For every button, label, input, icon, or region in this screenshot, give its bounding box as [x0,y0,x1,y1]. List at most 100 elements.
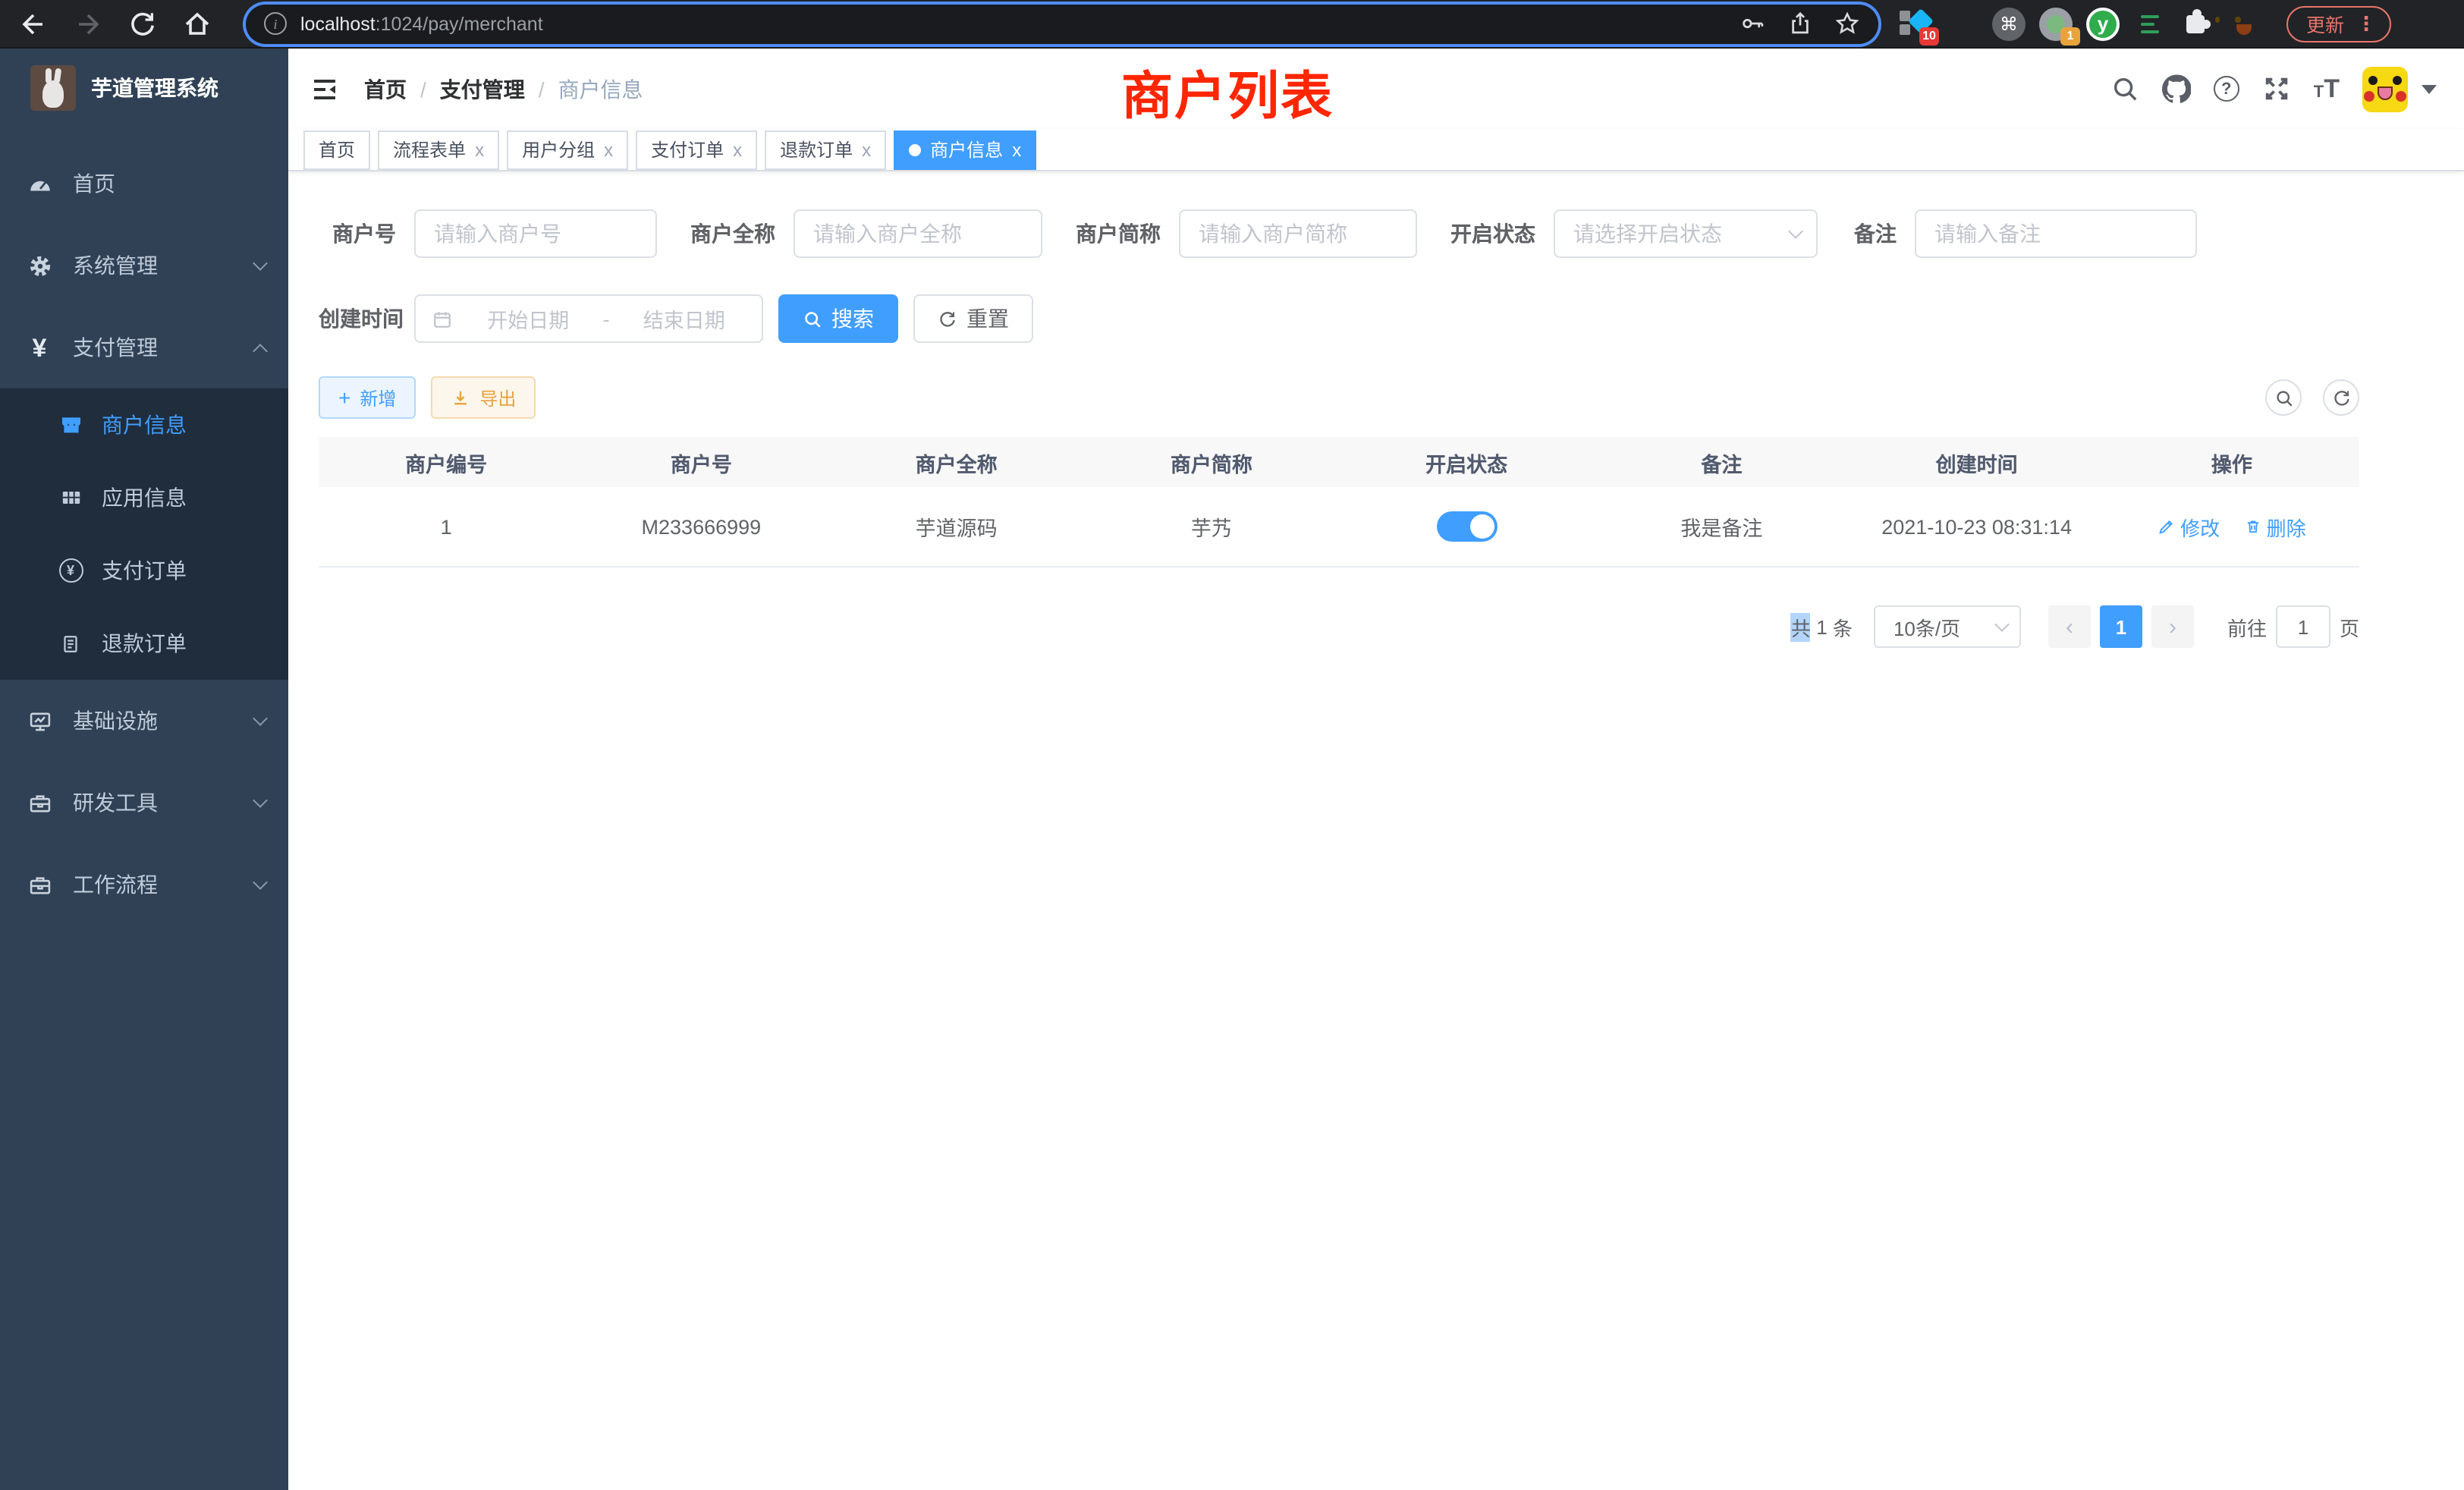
tab-merchant-info[interactable]: 商户信息 x [894,130,1036,169]
sidebar-item-payment[interactable]: ¥ 支付管理 [0,306,288,388]
filter-row-1: 商户号 商户全称 商户简称 开启状态 请选择开启状态 [288,209,2464,258]
merchant-table: 商户编号 商户号 商户全称 商户简称 开启状态 备注 创建时间 操作 1 M23… [319,437,2359,567]
breadcrumb-current: 商户信息 [558,74,643,104]
merchant-no-input[interactable] [414,209,657,258]
update-label: 更新 [2306,9,2344,38]
tab-close-icon[interactable]: x [862,140,871,159]
reset-button-label: 重置 [966,303,1009,334]
browser-toolbar: i localhost:1024/pay/merchant 10 ⌘ 1 y [0,0,2464,49]
tab-close-icon[interactable]: x [733,140,742,159]
avatar-dropdown-caret[interactable] [2422,84,2437,93]
tab-pay-order[interactable]: 支付订单 x [636,130,757,169]
add-button-label: 新增 [360,385,396,410]
search-button-label: 搜索 [831,303,874,334]
sidebar-item-infrastructure[interactable]: 基础设施 [0,680,288,762]
filter-remark: 备注 [1818,209,2197,258]
filter-row-2: 创建时间 开始日期 - 结束日期 搜索 重置 [288,294,2464,343]
sidebar-item-refund-order[interactable]: 退款订单 [0,607,288,680]
store-icon [58,412,83,438]
extensions-puzzle-icon[interactable] [2180,7,2214,40]
font-size-icon[interactable]: TT [2314,74,2340,104]
tab-label: 支付订单 [651,137,724,162]
breadcrumb-payment[interactable]: 支付管理 [440,74,525,104]
share-icon[interactable] [1787,11,1813,36]
search-button[interactable]: 搜索 [778,294,898,343]
tab-close-icon[interactable]: x [1012,140,1021,159]
add-button[interactable]: + 新增 [319,376,416,419]
extension-gem-icon[interactable] [1945,7,1978,40]
sidebar-item-app-info[interactable]: 应用信息 [0,461,288,534]
column-header: 操作 [2104,447,2359,477]
field-label: 商户全称 [657,218,794,249]
field-label: 商户号 [319,218,414,249]
forward-icon[interactable] [73,8,103,39]
date-range-picker[interactable]: 开始日期 - 结束日期 [414,294,763,343]
tab-home[interactable]: 首页 [303,130,370,169]
search-icon[interactable] [2110,74,2139,103]
edit-link[interactable]: 修改 [2158,512,2220,541]
sidebar-item-workflow[interactable]: 工作流程 [0,844,288,926]
merchant-name-input[interactable] [794,209,1042,258]
url-bar[interactable]: i localhost:1024/pay/merchant [246,4,1878,43]
field-label: 创建时间 [319,303,414,334]
delete-link[interactable]: 删除 [2244,512,2306,541]
reload-icon[interactable] [127,8,158,39]
search-icon [803,309,822,328]
export-button[interactable]: 导出 [431,376,536,419]
status-toggle[interactable] [1436,511,1497,542]
sidebar-item-label: 工作流程 [73,869,158,900]
sidebar-item-system[interactable]: 系统管理 [0,225,288,306]
tab-refund-order[interactable]: 退款订单 x [765,130,886,169]
payment-submenu: 商户信息 应用信息 ¥ 支付订单 [0,388,288,680]
page-size-select[interactable]: 10条/页 [1874,605,2021,648]
user-avatar[interactable] [2362,66,2408,112]
extension-y-icon[interactable]: y [2086,7,2120,40]
help-icon[interactable]: ? [2214,76,2239,102]
tab-process-form[interactable]: 流程表单 x [378,130,499,169]
merchant-short-input[interactable] [1179,209,1417,258]
cell-short-name: 芋艿 [1084,511,1339,542]
github-icon[interactable] [2162,74,2191,103]
refresh-table-button[interactable] [2323,379,2359,416]
app-logo[interactable]: 芋道管理系统 [0,49,288,127]
sidebar-item-devtools[interactable]: 研发工具 [0,762,288,844]
page-1-button[interactable]: 1 [2100,605,2142,648]
extension-squares-icon[interactable]: 10 [1898,7,1931,40]
extension-command-icon[interactable]: ⌘ [1992,7,2026,40]
browser-menu-icon[interactable]: ⋮ [2356,11,2376,36]
site-info-icon[interactable]: i [264,12,287,35]
extension-badge: 1 [2060,27,2080,45]
extension-notes-icon[interactable] [2133,7,2167,40]
breadcrumb-home[interactable]: 首页 [364,74,407,104]
sidebar-item-pay-order[interactable]: ¥ 支付订单 [0,534,288,607]
column-header: 商户全称 [829,447,1084,477]
browser-update-button[interactable]: 更新 ⋮ [2286,5,2391,42]
sidebar-collapse-icon[interactable] [310,74,340,104]
sidebar-item-merchant-info[interactable]: 商户信息 [0,388,288,461]
goto-page-input[interactable] [2276,605,2330,648]
tab-close-icon[interactable]: x [475,140,484,159]
tab-user-group[interactable]: 用户分组 x [507,130,628,169]
show-search-button[interactable] [2265,379,2302,416]
profile-emoji-icon[interactable] [2227,7,2261,40]
status-select[interactable]: 请选择开启状态 [1554,209,1818,258]
chevron-down-icon [253,711,268,726]
next-page-button[interactable]: › [2151,605,2194,648]
sidebar-item-home[interactable]: 首页 [0,143,288,225]
bookmark-star-icon[interactable] [1834,11,1860,36]
remark-input[interactable] [1915,209,2197,258]
back-icon[interactable] [18,8,49,39]
prev-page-button[interactable]: ‹ [2048,605,2091,648]
home-icon[interactable] [182,8,212,39]
extension-recorder-icon[interactable]: 1 [2039,7,2073,40]
tab-label: 退款订单 [780,137,853,162]
tab-close-icon[interactable]: x [604,140,613,159]
edit-label: 修改 [2180,512,2220,541]
cell-status [1339,511,1594,542]
fullscreen-icon[interactable] [2262,74,2291,103]
plus-icon: + [338,387,350,408]
password-key-icon[interactable] [1740,11,1766,36]
cell-full-name: 芋道源码 [829,511,1084,542]
reset-button[interactable]: 重置 [913,294,1033,343]
field-label: 商户简称 [1042,218,1179,249]
